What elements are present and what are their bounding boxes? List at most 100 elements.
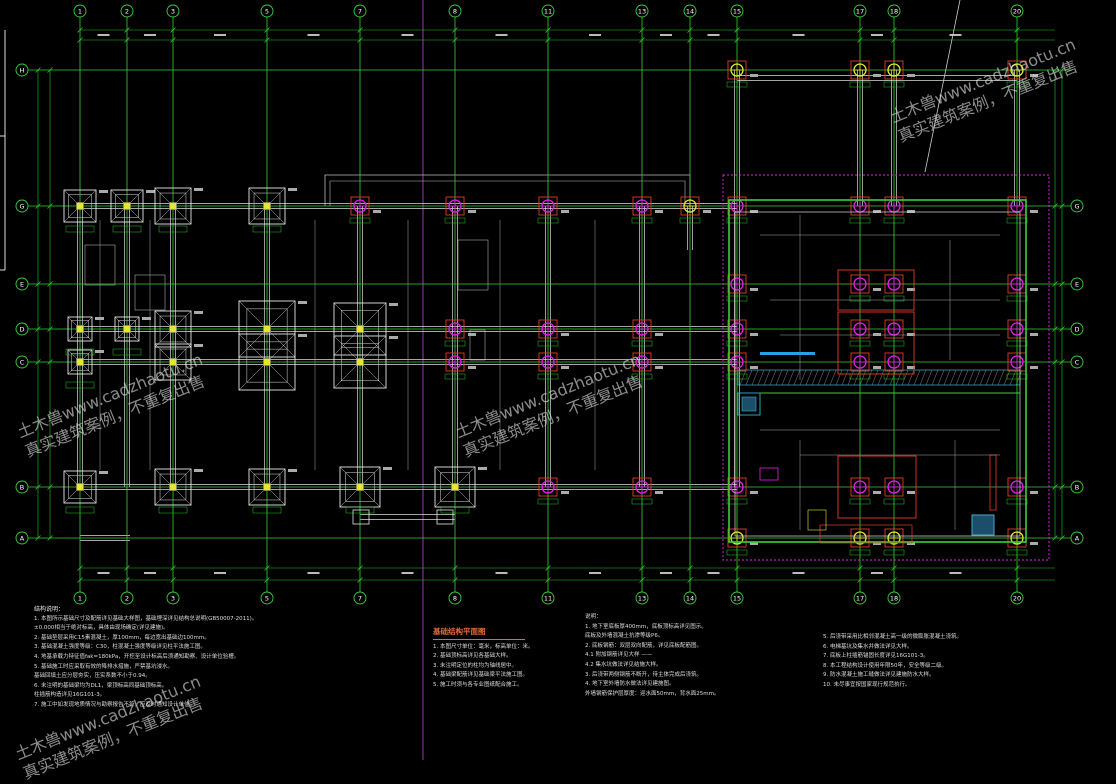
dim-text-mark [949,34,962,36]
axis-bubble-top-14-label: 14 [686,8,694,16]
note-line: 2. 基础顶标高详见各基础大样。 [433,653,512,660]
basement-notes: 说明： 1. 地下室底板厚400mm，底板顶标高详见图示。 底板及外墙混凝土抗渗等… [585,613,810,699]
pad-footings [63,60,1038,556]
note-line: 外墙钢筋保护层厚度：迎水面50mm，背水面25mm。 [585,690,720,697]
axis-bubble-right-C-label: C [1075,359,1080,367]
hatch-line [751,369,759,386]
hatch-line [769,369,777,386]
notes-far-list: 5. 后浇带采用比相邻混凝土高一级的微膨胀混凝土浇筑。 6. 电梯基坑及集水井做法… [823,633,1013,691]
axis-bubble-left-B-label: B [20,484,24,492]
axis-bubble-left-C-label: C [20,359,25,367]
note-line: 说明： [585,614,602,620]
hatch-line [781,369,789,386]
pile-label-mark [750,288,758,291]
dim-text-mark [401,572,414,574]
footing-label-mark [194,344,203,347]
pile-label-mark [1030,542,1038,545]
axis-bubble-bottom-7-label: 7 [358,595,362,603]
pile-label-mark [907,491,915,494]
hatch-line [997,369,1005,386]
pile-label-mark [750,74,758,77]
hatch-line [919,369,927,386]
drawing-title: 基础结构平面图 [433,627,525,640]
note-line: 4.2 集水坑做法详见结施大样。 [585,661,662,668]
pile-label-mark [1030,333,1038,336]
column-stub [169,325,177,333]
axis-bubble-right-G-label: G [1074,203,1079,211]
note-line: 1. 本图尺寸单位：毫米，标高单位：米。 [433,643,534,650]
pile-label-mark [561,366,569,369]
pile-label-mark [873,366,881,369]
pile-label-mark [468,366,476,369]
dim-text-mark [307,34,320,36]
pile-label-mark [750,210,758,213]
hatch-line [961,369,969,386]
axis-bubble-bottom-5-label: 5 [265,595,269,603]
axis-bubble-top-18-label: 18 [890,8,898,16]
dim-text-mark [871,34,883,36]
note-line: 4.1 附加钢筋详见大样 —— [585,652,653,659]
hatch-line [943,369,951,386]
hatch-line [793,369,801,386]
footing-label-mark [146,190,155,193]
hatch-line [901,369,909,386]
axis-bubble-left-E-label: E [20,281,24,289]
axis-bubble-bottom-11-label: 11 [544,595,552,603]
note-line: 9. 防水混凝土施工缝做法详见建施防水大样。 [823,672,935,679]
hatch-line [865,369,873,386]
additional-notes: 5. 后浇带采用比相邻混凝土高一级的微膨胀混凝土浇筑。 6. 电梯基坑及集水井做法… [823,633,1013,691]
column-stub [263,358,271,366]
ramp-outline [807,509,827,531]
dim-text-mark [949,572,962,574]
column-stub [76,358,84,366]
pile-label-mark [655,491,663,494]
axis-bubble-top-5-label: 5 [265,8,269,16]
note-line: ±0.000相当于绝对标高，具体由现场确定(详见建施)。 [34,625,169,632]
column-stub [356,483,364,491]
pile-label-mark [873,74,881,77]
column-stub [263,325,271,333]
dim-text-mark [589,572,601,574]
hatch-line [985,369,993,386]
footing-label-mark [194,469,203,472]
hatch-line [925,369,933,386]
dim-text-mark [589,34,601,36]
footing-label-mark [288,469,297,472]
pile-label-mark [468,333,476,336]
footing-label-mark [194,311,203,314]
hatch-line [775,369,783,386]
axis-bubble-bottom-13-label: 13 [638,595,646,603]
dim-text-mark [214,572,226,574]
pile-label-mark [750,491,758,494]
axis-bubble-bottom-2-label: 2 [125,595,129,603]
note-line: 3. 未注明定位的柱均为轴线居中。 [433,662,517,669]
note-line: 8. 本工程结构设计使用年限50年，安全等级二级。 [823,662,947,669]
hatch-line [739,369,747,386]
axis-bubble-right-E-label: E [1075,281,1079,289]
footing-label-mark [142,317,151,320]
axis-bubble-top-1-label: 1 [78,8,82,16]
hatch-line [955,369,963,386]
axis-bubble-bottom-18-label: 18 [890,595,898,603]
axis-bubble-bottom-14-label: 14 [686,595,694,603]
note-line: 底板及外墙混凝土抗渗等级P6。 [585,633,664,640]
column-stub [76,483,84,491]
note-line: 5. 施工时须与各专业图纸配合施工。 [433,681,523,688]
hatch-line [811,369,819,386]
hatch-line [967,369,975,386]
hatch-line [817,369,825,386]
pile-label-mark [703,210,711,213]
dim-text-mark [707,572,720,574]
stair-outline [457,239,489,291]
dim-text-mark [707,34,720,36]
pile-label-mark [1030,366,1038,369]
note-line: 2. 基础垫层采用C15素混凝土，厚100mm，每边宽出基础边100mm。 [34,634,210,641]
column-stub [76,325,84,333]
footing-label-mark [95,317,104,320]
hatch-line [835,369,843,386]
footing-label-mark [298,334,307,337]
axis-bubble-bottom-1-label: 1 [78,595,82,603]
axis-bubble-top-2-label: 2 [125,8,129,16]
note-line: 2. 底板钢筋：双层双向配筋，详见底板配筋图。 [585,642,702,649]
column-stub [356,325,364,333]
